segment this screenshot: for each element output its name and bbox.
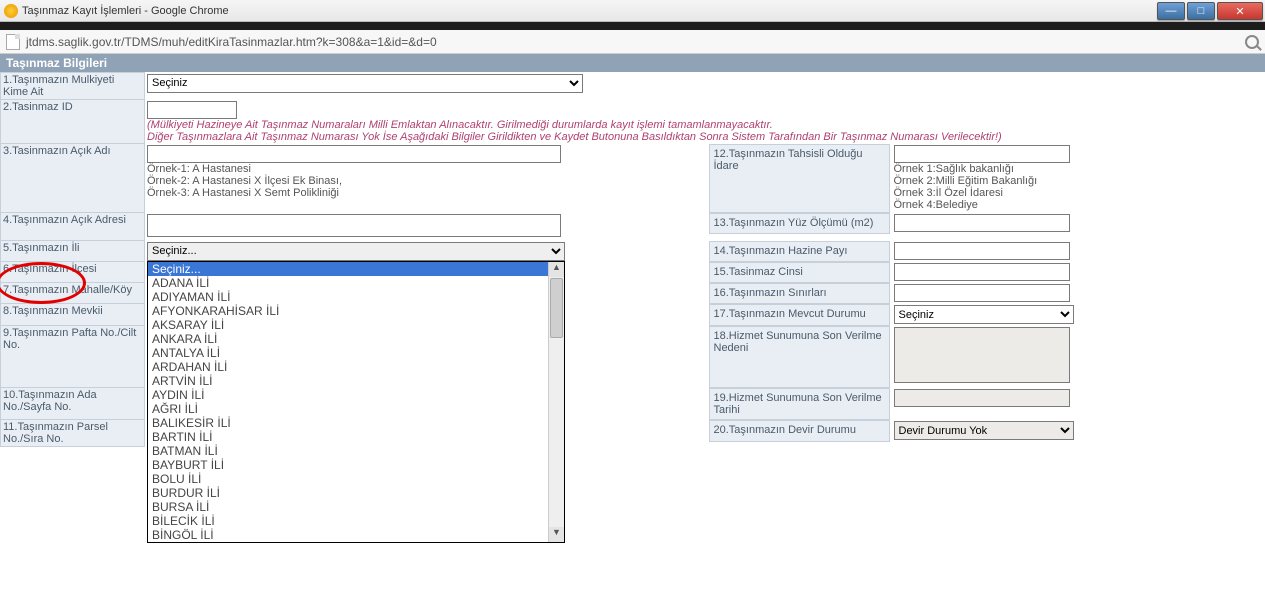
label-mahalle: 7.Taşınmazın Mahalle/Köy xyxy=(1,283,145,304)
province-option[interactable]: ANTALYA İLİ xyxy=(148,346,564,360)
province-option[interactable]: ARTVİN İLİ xyxy=(148,374,564,388)
province-option[interactable]: BURSA İLİ xyxy=(148,500,564,514)
window-maximize-button[interactable]: □ xyxy=(1187,2,1215,20)
name-input[interactable] xyxy=(147,145,561,163)
window-minimize-button[interactable]: — xyxy=(1157,2,1185,20)
sonneden-input[interactable] xyxy=(894,327,1070,383)
province-option[interactable]: AFYONKARAHİSAR İLİ xyxy=(148,304,564,318)
window-title: Taşınmaz Kayıt İşlemleri - Google Chrome xyxy=(22,5,229,17)
province-option[interactable]: BAYBURT İLİ xyxy=(148,458,564,472)
id-hint-1: (Mülkiyeti Hazineye Ait Taşınmaz Numaral… xyxy=(147,119,773,131)
label-hazine: 14.Taşınmazın Hazine Payı xyxy=(709,241,889,261)
province-option[interactable]: BİNGÖL İLİ xyxy=(148,528,564,542)
province-option[interactable]: ADIYAMAN İLİ xyxy=(148,290,564,304)
favicon xyxy=(4,4,18,18)
label-owner: 1.Taşınmazın Mulkiyeti Kime Ait xyxy=(1,73,145,100)
province-dropdown-list[interactable]: Seçiniz...ADANA İLİADIYAMAN İLİAFYONKARA… xyxy=(147,261,565,543)
tahsis-ex4: Örnek 4:Belediye xyxy=(894,199,978,211)
province-option[interactable]: ANKARA İLİ xyxy=(148,332,564,346)
id-input[interactable] xyxy=(147,101,237,119)
scroll-down-icon[interactable]: ▼ xyxy=(549,527,564,542)
province-select[interactable]: Seçiniz... xyxy=(147,242,565,261)
search-icon[interactable] xyxy=(1245,35,1259,49)
tahsis-input[interactable] xyxy=(894,145,1070,163)
province-option[interactable]: BALIKESİR İLİ xyxy=(148,416,564,430)
sontarih-input[interactable] xyxy=(894,389,1070,407)
province-option[interactable]: ADANA İLİ xyxy=(148,276,564,290)
label-area: 13.Taşınmazın Yüz Ölçümü (m2) xyxy=(709,213,889,233)
label-ada: 10.Taşınmazın Ada No./Sayfa No. xyxy=(1,388,145,420)
province-option[interactable]: BARTIN İLİ xyxy=(148,430,564,444)
devir-select[interactable]: Devir Durumu Yok xyxy=(894,421,1074,440)
province-option[interactable]: ARDAHAN İLİ xyxy=(148,360,564,374)
name-ex2: Örnek-2: A Hastanesi X İlçesi Ek Binası, xyxy=(147,175,342,187)
label-devir: 20.Taşınmazın Devir Durumu xyxy=(709,420,889,441)
name-ex3: Örnek-3: A Hastanesi X Semt Polikliniği xyxy=(147,187,339,199)
owner-select[interactable]: Seçiniz xyxy=(147,74,583,93)
label-mevki: 8.Taşınmazın Mevkii xyxy=(1,304,145,326)
mevcut-select[interactable]: Seçiniz xyxy=(894,305,1074,324)
label-district: 6.Taşınmazın İlçesi xyxy=(1,262,145,283)
label-sontarih: 19.Hizmet Sunumuna Son Verilme Tarihi xyxy=(709,388,889,419)
province-option[interactable]: AKSARAY İLİ xyxy=(148,318,564,332)
scroll-up-icon[interactable]: ▲ xyxy=(549,262,564,277)
dropdown-scrollbar[interactable]: ▲ ▼ xyxy=(548,262,564,542)
hazine-input[interactable] xyxy=(894,242,1070,260)
url-text[interactable]: jtdms.saglik.gov.tr/TDMS/muh/editKiraTas… xyxy=(26,35,1239,49)
label-tahsis: 12.Taşınmazın Tahsisli Olduğu İdare xyxy=(709,144,889,212)
scroll-thumb[interactable] xyxy=(550,278,563,338)
label-id: 2.Tasinmaz ID xyxy=(1,100,145,144)
window-close-button[interactable]: ✕ xyxy=(1217,2,1263,20)
province-option[interactable]: AĞRI İLİ xyxy=(148,402,564,416)
province-option[interactable]: AYDIN İLİ xyxy=(148,388,564,402)
sinir-input[interactable] xyxy=(894,284,1070,302)
address-input[interactable] xyxy=(147,214,561,237)
label-address: 4.Taşınmazın Açık Adresi xyxy=(1,213,145,241)
page-icon xyxy=(6,34,20,50)
section-header: Taşınmaz Bilgileri xyxy=(0,54,1265,72)
tahsis-ex1: Örnek 1:Sağlık bakanlığı xyxy=(894,163,1014,175)
province-option[interactable]: BURDUR İLİ xyxy=(148,486,564,500)
label-sinir: 16.Taşınmazın Sınırları xyxy=(709,283,889,303)
label-name: 3.Tasinmazın Açık Adı xyxy=(1,144,145,213)
label-mevcut: 17.Taşınmazın Mevcut Durumu xyxy=(709,304,889,325)
name-ex1: Örnek-1: A Hastanesi xyxy=(147,163,251,175)
label-pafta: 9.Taşınmazın Pafta No./Cilt No. xyxy=(1,326,145,388)
province-option[interactable]: BİLECİK İLİ xyxy=(148,514,564,528)
tahsis-ex2: Örnek 2:Milli Eğitim Bakanlığı xyxy=(894,175,1038,187)
id-hint-2: Diğer Taşınmazlara Ait Taşınmaz Numarası… xyxy=(147,131,1002,143)
label-parsel: 11.Taşınmazın Parsel No./Sıra No. xyxy=(1,420,145,447)
label-province: 5.Taşınmazın İli xyxy=(3,242,79,254)
province-option[interactable]: BATMAN İLİ xyxy=(148,444,564,458)
label-cins: 15.Tasinmaz Cinsi xyxy=(709,262,889,282)
label-sonneden: 18.Hizmet Sunumuna Son Verilme Nedeni xyxy=(709,326,889,387)
area-input[interactable] xyxy=(894,214,1070,232)
tahsis-ex3: Örnek 3:İl Özel İdaresi xyxy=(894,187,1003,199)
province-option[interactable]: Seçiniz... xyxy=(148,262,564,276)
province-option[interactable]: BOLU İLİ xyxy=(148,472,564,486)
cins-input[interactable] xyxy=(894,263,1070,281)
